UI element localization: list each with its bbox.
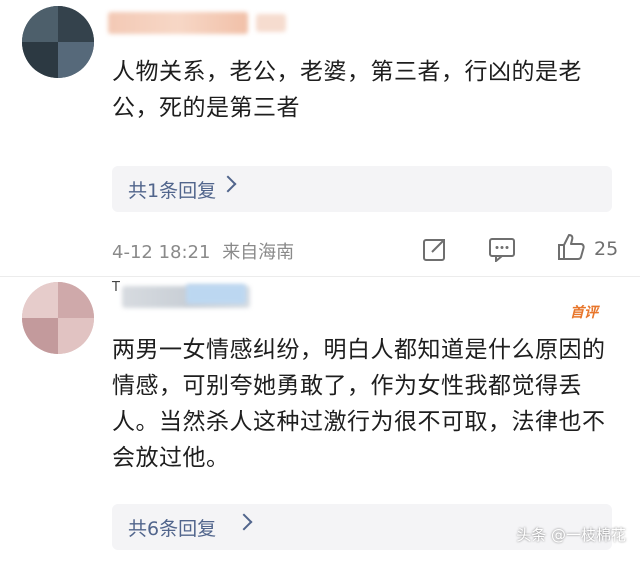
watermark: 头条 @一枝棉花 <box>516 526 626 544</box>
comment-meta: 4-12 18:21 来自海南 <box>112 238 294 264</box>
like-count: 25 <box>594 238 619 260</box>
avatar[interactable] <box>22 6 94 78</box>
user-badge-blurred <box>186 284 246 304</box>
reply-thread-button[interactable]: 共1条回复 <box>112 166 612 212</box>
username-blurred[interactable] <box>108 12 248 34</box>
share-icon[interactable] <box>422 236 448 262</box>
chevron-right-icon <box>235 513 253 531</box>
thumbs-up-icon[interactable] <box>556 232 586 262</box>
comment-divider <box>0 276 640 277</box>
user-badge-blurred <box>256 14 286 32</box>
first-comment-badge: 首评 <box>570 305 598 321</box>
timestamp: 4-12 18:21 <box>112 242 211 263</box>
comment-2: T 首评 两男一女情感纠纷，明白人都知道是什么原因的情感，可别夸她勇敢了，作为女… <box>0 278 640 561</box>
avatar[interactable] <box>22 282 94 354</box>
comment-text: 两男一女情感纠纷，明白人都知道是什么原因的情感，可别夸她勇敢了，作为女性我都觉得… <box>112 337 606 471</box>
comment-icon[interactable] <box>488 236 516 262</box>
reply-count-label: 共6条回复 <box>128 518 217 540</box>
comment-1: 人物关系，老公，老婆，第三者，行凶的是老公，死的是第三者 共1条回复 4-12 … <box>0 0 640 270</box>
reply-count-label: 共1条回复 <box>128 180 217 202</box>
chevron-right-icon <box>219 175 237 193</box>
location: 来自海南 <box>222 242 295 263</box>
username-initial[interactable]: T <box>112 280 120 295</box>
comment-text: 人物关系，老公，老婆，第三者，行凶的是老公，死的是第三者 <box>112 59 582 121</box>
